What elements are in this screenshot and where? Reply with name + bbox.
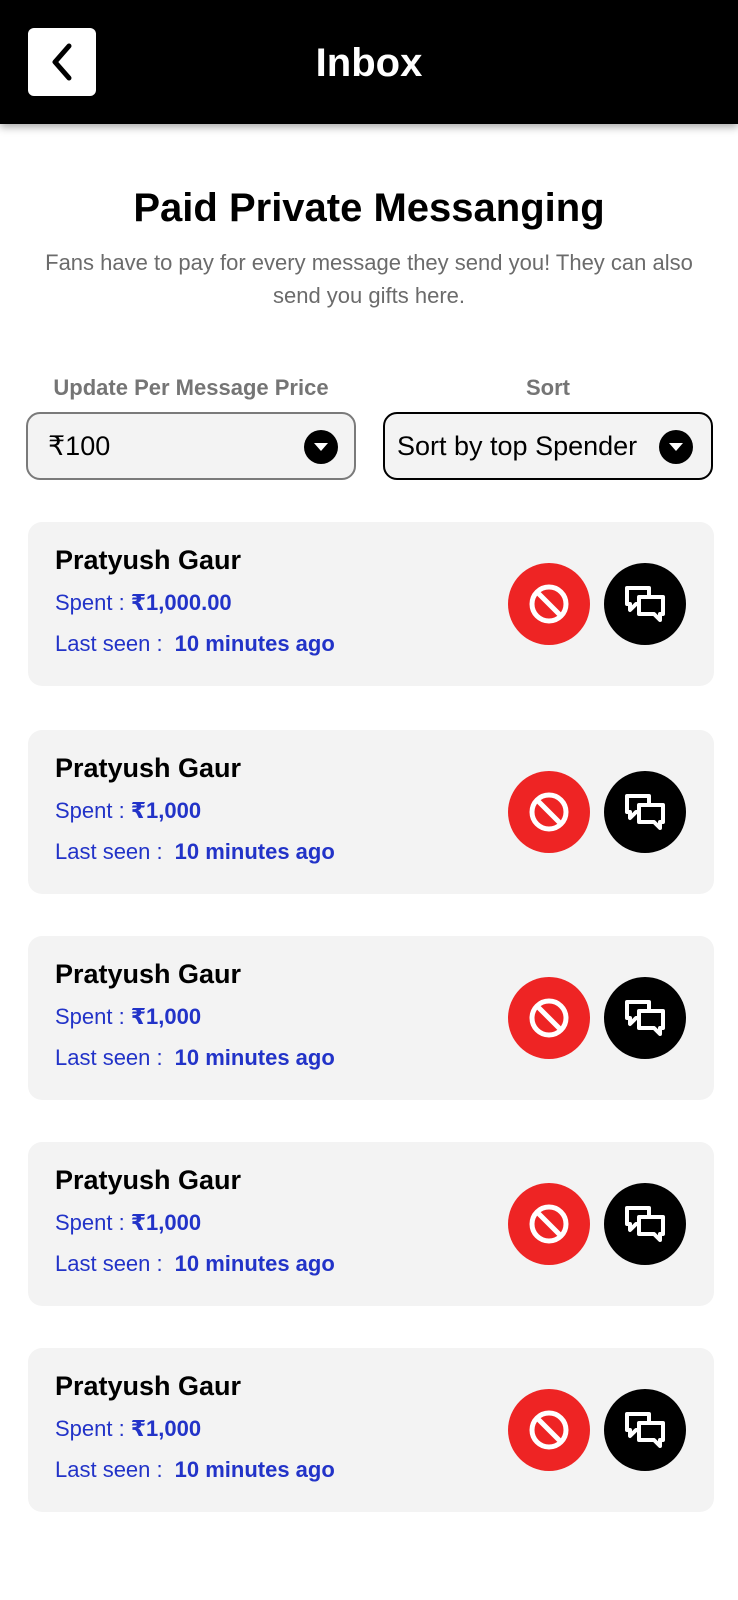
fan-card[interactable]: Pratyush Gaur Spent : ₹1,000 Last seen : 1… bbox=[28, 936, 714, 1100]
fan-name: Pratyush Gaur bbox=[55, 959, 242, 989]
fan-card[interactable]: Pratyush Gaur Spent : ₹1,000 Last seen : 1… bbox=[28, 1142, 714, 1306]
block-button[interactable] bbox=[508, 1389, 590, 1471]
top-bar: Inbox bbox=[0, 0, 738, 124]
last-seen-row: Last seen : 10 minutes ago bbox=[55, 1249, 335, 1279]
spent-value: ₹1,000 bbox=[130, 798, 202, 823]
block-button[interactable] bbox=[508, 977, 590, 1059]
spent-row: Spent : ₹1,000 bbox=[55, 796, 201, 826]
last-seen-label: Last seen : bbox=[55, 1457, 163, 1482]
block-button[interactable] bbox=[508, 1183, 590, 1265]
chat-bubbles-icon bbox=[625, 1000, 665, 1036]
chat-button[interactable] bbox=[604, 1183, 686, 1265]
sort-dropdown[interactable]: Sort by top Spender bbox=[383, 412, 713, 480]
chat-button[interactable] bbox=[604, 977, 686, 1059]
fan-name: Pratyush Gaur bbox=[55, 753, 242, 783]
spent-value: ₹1,000 bbox=[130, 1210, 202, 1235]
block-button[interactable] bbox=[508, 563, 590, 645]
spent-label: Spent : bbox=[55, 590, 125, 615]
spent-row: Spent : ₹1,000 bbox=[55, 1002, 201, 1032]
caret-down-icon bbox=[304, 430, 338, 464]
sort-value: Sort by top Spender bbox=[397, 430, 638, 461]
spent-row: Spent : ₹1,000.00 bbox=[55, 588, 232, 618]
chat-button[interactable] bbox=[604, 563, 686, 645]
block-icon bbox=[529, 1410, 569, 1450]
last-seen-value: 10 minutes ago bbox=[174, 1045, 335, 1070]
spent-value: ₹1,000.00 bbox=[130, 590, 232, 615]
fan-card[interactable]: Pratyush Gaur Spent : ₹1,000.00 Last seen… bbox=[28, 522, 714, 686]
fan-card[interactable]: Pratyush Gaur Spent : ₹1,000 Last seen : 1… bbox=[28, 1348, 714, 1512]
chat-button[interactable] bbox=[604, 1389, 686, 1471]
spent-label: Spent : bbox=[55, 1004, 125, 1029]
spent-label: Spent : bbox=[55, 1210, 125, 1235]
spent-value: ₹1,000 bbox=[130, 1416, 202, 1441]
last-seen-value: 10 minutes ago bbox=[174, 839, 335, 864]
fan-card[interactable]: Pratyush Gaur Spent : ₹1,000 Last seen : 1… bbox=[28, 730, 714, 894]
last-seen-label: Last seen : bbox=[55, 839, 163, 864]
chat-bubbles-icon bbox=[625, 1412, 665, 1448]
last-seen-label: Last seen : bbox=[55, 1045, 163, 1070]
last-seen-row: Last seen : 10 minutes ago bbox=[55, 1043, 335, 1073]
block-icon bbox=[529, 998, 569, 1038]
spent-label: Spent : bbox=[55, 1416, 125, 1441]
page-subtitle: Fans have to pay for every message they … bbox=[45, 250, 693, 308]
sort-label: Sort bbox=[526, 375, 570, 400]
price-label: Update Per Message Price bbox=[53, 375, 329, 400]
spent-value: ₹1,000 bbox=[130, 1004, 202, 1029]
block-icon bbox=[529, 792, 569, 832]
block-icon bbox=[529, 584, 569, 624]
chat-bubbles-icon bbox=[625, 586, 665, 622]
last-seen-label: Last seen : bbox=[55, 631, 163, 656]
block-icon bbox=[529, 1204, 569, 1244]
chat-button[interactable] bbox=[604, 771, 686, 853]
last-seen-value: 10 minutes ago bbox=[174, 1457, 335, 1482]
fan-name: Pratyush Gaur bbox=[55, 1165, 242, 1195]
fan-name: Pratyush Gaur bbox=[55, 1371, 242, 1401]
page-header-title: Inbox bbox=[315, 41, 423, 85]
block-button[interactable] bbox=[508, 771, 590, 853]
fan-name: Pratyush Gaur bbox=[55, 545, 242, 575]
last-seen-label: Last seen : bbox=[55, 1251, 163, 1276]
last-seen-row: Last seen : 10 minutes ago bbox=[55, 1455, 335, 1485]
spent-label: Spent : bbox=[55, 798, 125, 823]
last-seen-row: Last seen : 10 minutes ago bbox=[55, 629, 335, 659]
last-seen-value: 10 minutes ago bbox=[174, 631, 335, 656]
spent-row: Spent : ₹1,000 bbox=[55, 1208, 201, 1238]
chat-bubbles-icon bbox=[625, 1206, 665, 1242]
last-seen-value: 10 minutes ago bbox=[174, 1251, 335, 1276]
chat-bubbles-icon bbox=[625, 794, 665, 830]
caret-down-icon bbox=[659, 430, 693, 464]
page-title: Paid Private Messanging bbox=[133, 186, 605, 230]
spent-row: Spent : ₹1,000 bbox=[55, 1414, 201, 1444]
price-value: ₹100 bbox=[48, 430, 111, 461]
last-seen-row: Last seen : 10 minutes ago bbox=[55, 837, 335, 867]
price-dropdown[interactable]: ₹100 bbox=[26, 412, 356, 480]
